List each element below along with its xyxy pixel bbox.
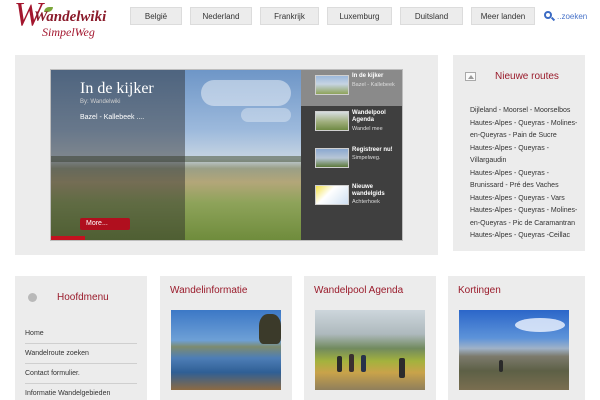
thumb-image: [315, 111, 349, 131]
featured-caption: In de kijker By: Wandelwiki Bazel - Kall…: [51, 70, 185, 240]
walkers-photo[interactable]: [315, 310, 425, 390]
new-routes-title: Nieuwe routes: [495, 71, 559, 82]
slide-thumb-4[interactable]: Nieuwe wandelgids Achterhoek: [301, 181, 402, 217]
featured-byline: By: Wandelwiki: [80, 99, 121, 105]
nav-item-frankrijk[interactable]: Frankrijk: [260, 7, 319, 25]
site-logo[interactable]: W Wandelwiki SimpelWeg: [14, 0, 107, 42]
section-wandelinformatie: Wandelinformatie: [160, 276, 292, 400]
thumb-snippet: Wandel mee: [352, 126, 383, 132]
thumb-title: Wandelpool Agenda: [352, 110, 386, 123]
main-menu-panel: Hoofdmenu Home Wandelroute zoeken Contac…: [15, 276, 147, 400]
menu-item-info-areas[interactable]: Informatie Wandelgebieden: [25, 390, 137, 400]
mountain-photo[interactable]: [459, 310, 569, 390]
image-icon: [465, 72, 476, 81]
route-link[interactable]: Dijleland - Moorsel - Moorselbos: [470, 105, 582, 118]
thumb-title: In de kijker: [352, 73, 384, 79]
nav-item-luxemburg[interactable]: Luxemburg: [327, 7, 392, 25]
section-title[interactable]: Kortingen: [458, 285, 501, 296]
slide-progress-bar: [51, 236, 85, 240]
section-title[interactable]: Wandelpool Agenda: [314, 285, 403, 296]
featured-slider[interactable]: In de kijker By: Wandelwiki Bazel - Kall…: [50, 69, 403, 241]
featured-title: In de kijker: [80, 80, 154, 97]
menu-item-route-search[interactable]: Wandelroute zoeken: [25, 350, 137, 364]
section-kortingen: Kortingen: [448, 276, 585, 400]
route-link[interactable]: Hautes-Alpes - Queyras - Molines-en-Quey…: [470, 205, 582, 230]
route-link[interactable]: Hautes-Alpes - Queyras - Villargaudin: [470, 143, 582, 168]
slide-thumb-2[interactable]: Wandelpool Agenda Wandel mee: [301, 107, 402, 143]
logo-tagline: SimpelWeg: [42, 25, 95, 39]
thumb-title: Nieuwe wandelgids: [352, 184, 385, 197]
search-box[interactable]: ..zoeken: [544, 8, 600, 24]
main-menu-title: Hoofdmenu: [57, 292, 109, 303]
more-button[interactable]: More...: [80, 218, 130, 230]
section-title[interactable]: Wandelinformatie: [170, 285, 247, 296]
thumb-snippet: Bazel - Kallebeek: [352, 82, 395, 88]
slide-thumb-3[interactable]: Registreer nu! Simpelweg.: [301, 144, 402, 180]
nav-item-meer-landen[interactable]: Meer landen: [471, 7, 535, 25]
menu-item-contact[interactable]: Contact formulier.: [25, 370, 137, 384]
search-placeholder[interactable]: ..zoeken: [557, 12, 587, 21]
route-link[interactable]: Hautes-Alpes - Queyras - Molines-en-Quey…: [470, 118, 582, 143]
new-routes-list: Dijleland - Moorsel - Moorselbos Hautes-…: [470, 105, 582, 243]
thumb-image: [315, 148, 349, 168]
search-icon[interactable]: [544, 11, 556, 22]
nav-item-belgie[interactable]: België: [130, 7, 182, 25]
slider-thumbnails: In de kijker Bazel - Kallebeek Wandelpoo…: [301, 70, 402, 240]
route-link[interactable]: Hautes-Alpes - Queyras -Ceillac: [470, 230, 582, 243]
section-wandelpool-agenda: Wandelpool Agenda: [304, 276, 436, 400]
logo-text: Wandelwiki: [34, 9, 107, 25]
lake-photo[interactable]: [171, 310, 281, 390]
slide-thumb-1[interactable]: In de kijker Bazel - Kallebeek: [301, 70, 402, 106]
menu-globe-icon: [28, 293, 37, 302]
thumb-image: [315, 75, 349, 95]
new-routes-panel: Nieuwe routes Dijleland - Moorsel - Moor…: [453, 55, 585, 251]
thumb-image: [315, 185, 349, 205]
thumb-title: Registreer nu!: [352, 147, 393, 153]
route-link[interactable]: Hautes-Alpes - Queyras - Brunissard - Pr…: [470, 168, 582, 193]
featured-subtitle: Bazel - Kallebeek ....: [80, 114, 145, 121]
thumb-snippet: Simpelweg.: [352, 155, 381, 161]
route-link[interactable]: Hautes-Alpes - Queyras - Vars: [470, 193, 582, 206]
nav-item-duitsland[interactable]: Duitsland: [400, 7, 463, 25]
nav-item-nederland[interactable]: Nederland: [190, 7, 252, 25]
menu-item-home[interactable]: Home: [25, 330, 137, 344]
thumb-snippet: Achterhoek: [352, 199, 380, 205]
